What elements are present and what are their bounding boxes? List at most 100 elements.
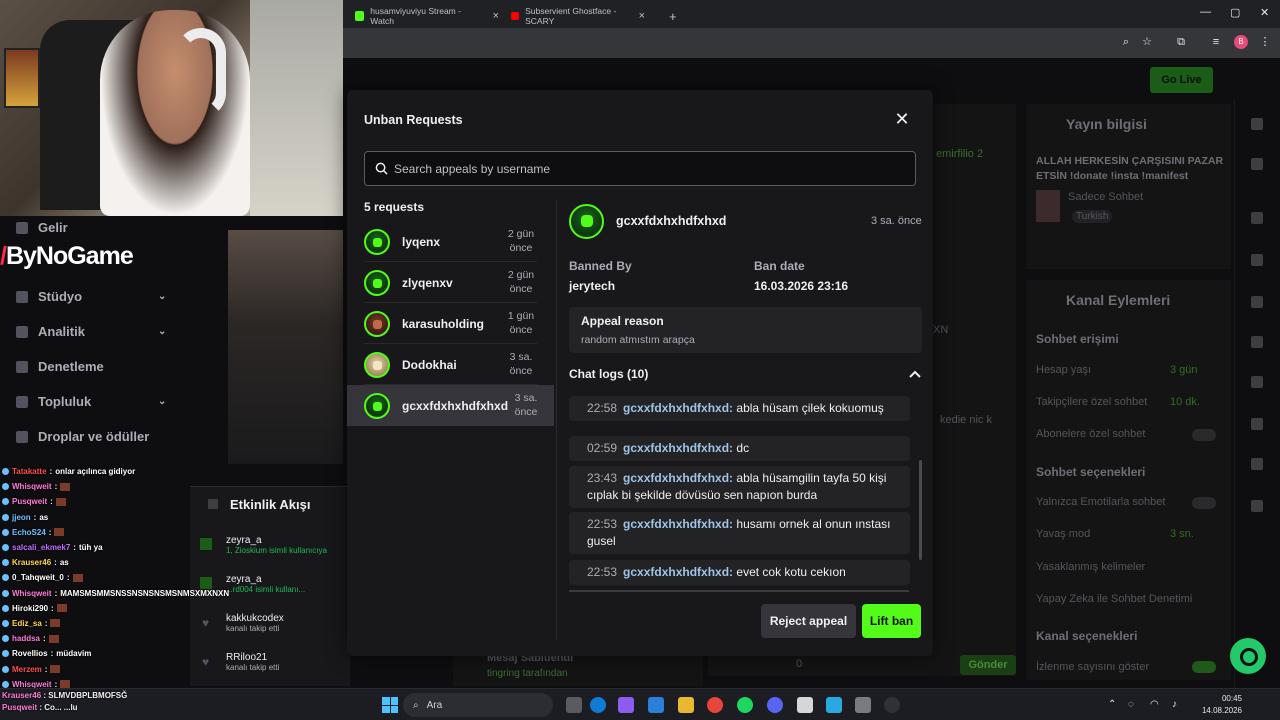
ban-date-value: 16.03.2026 23:16 <box>754 279 849 293</box>
emote-icon <box>55 497 66 506</box>
chevron-up-icon[interactable]: ⌃ <box>1108 699 1116 710</box>
sidebar-item-studio[interactable]: Stüdyo ⌄ <box>16 289 166 304</box>
sponsor-logo: /ByNoGame <box>0 242 134 270</box>
lift-ban-button[interactable]: Lift ban <box>862 604 921 638</box>
zoom-icon[interactable]: ⌕ <box>1120 36 1132 48</box>
minimize-icon[interactable]: — <box>1200 6 1211 18</box>
log-text: evet cok kotu cekıon <box>736 565 846 579</box>
scrollbar[interactable] <box>919 460 922 560</box>
search-input[interactable] <box>394 161 894 176</box>
browser-tab-stream[interactable]: husamviyuviyu Stream - Watch × <box>347 4 507 28</box>
menu-icon[interactable]: ⋮ <box>1259 36 1271 48</box>
community-icon <box>16 395 28 408</box>
request-time: 2 gün önce <box>507 268 535 295</box>
apps-icon[interactable] <box>1251 500 1263 512</box>
close-window-icon[interactable]: ✕ <box>1260 6 1269 19</box>
tray-icon[interactable]: ◌ <box>1128 699 1134 710</box>
windows-start-icon[interactable] <box>382 697 398 713</box>
chevron-up-icon[interactable] <box>908 368 922 380</box>
badge-icon <box>2 483 9 491</box>
emote-icon <box>48 634 59 643</box>
sidebar-item-drops[interactable]: Droplar ve ödüller <box>16 429 149 444</box>
copilot-icon[interactable] <box>618 697 634 713</box>
chat-log-entry: 22:53 gcxxfdxhxhdfxhxd: husamı ornek al o… <box>569 512 910 554</box>
layout-icon[interactable] <box>1251 418 1263 430</box>
chat-log-entry: 22:53 gcxxfdxhxhdfxhxd: evet cok kotu cek… <box>569 560 910 585</box>
view-count-toggle[interactable] <box>1192 661 1216 673</box>
send-button[interactable]: Gönder <box>960 655 1016 675</box>
folder-icon[interactable] <box>678 697 694 713</box>
stream-ticker: Krauser46 : SLMVDBPLBMOFSĞ Pusqweit : Co.… <box>0 688 180 720</box>
sidebar-item-income[interactable]: Gelir <box>16 220 68 235</box>
chat-icon[interactable] <box>1251 336 1263 348</box>
chat-text: müdavim <box>56 649 92 659</box>
horizontal-scrollbar[interactable] <box>569 590 909 592</box>
request-item[interactable]: zlyqenxv 2 gün önce <box>347 262 554 303</box>
bookmark-star-icon[interactable]: ☆ <box>1141 36 1153 48</box>
chat-text: MAMSMSMMSNSSNSNSNSMSNMSXMXNXN <box>60 588 230 598</box>
close-tab-icon[interactable]: × <box>493 10 499 22</box>
chat-username: salcali_ekmek7 <box>12 543 71 553</box>
request-item[interactable]: lyqenx 2 gün önce <box>347 221 554 262</box>
close-icon[interactable]: ✕ <box>892 109 912 129</box>
subs-only-toggle[interactable] <box>1192 429 1216 441</box>
request-time: 3 sa. önce <box>509 350 533 377</box>
wifi-icon[interactable]: ◠ <box>1150 699 1159 710</box>
chat-username: Rovellios <box>12 649 48 659</box>
info-icon[interactable] <box>1251 118 1263 130</box>
request-item[interactable]: gcxxfdxhxhdfxhxd 3 sa. önce <box>347 385 554 426</box>
taskbar-search[interactable]: ⌕ Ara <box>403 693 553 717</box>
target-icon[interactable] <box>1251 212 1263 224</box>
sidebar-item-analytics[interactable]: Analitik ⌄ <box>16 324 166 339</box>
request-item[interactable]: karasuholding 1 gün önce <box>347 303 554 344</box>
broadcast-icon[interactable] <box>1251 376 1263 388</box>
reject-appeal-button[interactable]: Reject appeal <box>761 604 856 638</box>
document-icon[interactable] <box>1251 296 1263 308</box>
spotify-icon[interactable] <box>737 697 753 713</box>
kick-favicon-icon <box>355 11 365 21</box>
close-tab-icon[interactable]: × <box>639 10 645 22</box>
unban-requests-modal: Unban Requests ✕ 5 requests lyqenx 2 gün … <box>347 90 933 656</box>
extensions-icon[interactable]: ⧉ <box>1175 36 1187 48</box>
support-chat-button[interactable] <box>1230 638 1266 674</box>
pencil-icon[interactable] <box>1251 158 1263 170</box>
search-icon <box>375 162 388 175</box>
mic-icon[interactable]: ♪ <box>1172 699 1177 710</box>
ticker-line: Krauser46 : SLMVDBPLBMOFSĞ <box>2 691 128 700</box>
browser-tab-youtube[interactable]: Subservient Ghostface - SCARY × <box>503 4 653 28</box>
sidebar-item-community[interactable]: Topluluk ⌄ <box>16 394 166 409</box>
chevron-down-icon: ⌄ <box>158 291 167 302</box>
lightning-icon[interactable] <box>1251 254 1263 266</box>
network-app-icon[interactable] <box>826 697 842 713</box>
task-view-icon[interactable] <box>566 697 582 713</box>
banned-by-value: jerytech <box>569 279 616 293</box>
request-list: lyqenx 2 gün önce zlyqenxv 2 gün önce karasu… <box>347 221 554 426</box>
streamer <box>100 10 250 216</box>
badge-icon <box>2 528 9 536</box>
store-icon[interactable] <box>648 697 664 713</box>
webcam-overlay <box>0 0 343 216</box>
request-item[interactable]: Dodokhai 3 sa. önce <box>347 344 554 385</box>
profile-avatar[interactable]: B <box>1234 35 1248 49</box>
log-username: gcxxfdxhxhdfxhxd: <box>623 517 734 531</box>
media-icon[interactable]: ≡ <box>1210 36 1222 48</box>
go-live-button[interactable]: Go Live <box>1150 67 1213 93</box>
obs-icon[interactable] <box>884 697 900 713</box>
emote-only-toggle[interactable] <box>1192 497 1216 509</box>
chrome-icon[interactable] <box>707 697 723 713</box>
new-tab-button[interactable]: + <box>661 4 685 28</box>
restore-icon[interactable]: ▢ <box>1230 6 1240 19</box>
app-icon[interactable] <box>797 697 813 713</box>
search-box[interactable] <box>364 151 916 186</box>
sidebar-item-moderation[interactable]: Denetleme <box>16 359 104 374</box>
wrench-icon[interactable] <box>1251 458 1263 470</box>
discord-icon[interactable] <box>767 697 783 713</box>
settings-icon[interactable] <box>855 697 871 713</box>
avatar <box>569 204 604 239</box>
emote-icon <box>50 665 61 674</box>
edge-icon[interactable] <box>590 697 606 713</box>
chat-username: Krauser46 <box>12 558 52 568</box>
badge-icon <box>2 498 9 506</box>
chevron-down-icon: ⌄ <box>158 326 167 337</box>
search-icon: ⌕ <box>413 699 419 711</box>
